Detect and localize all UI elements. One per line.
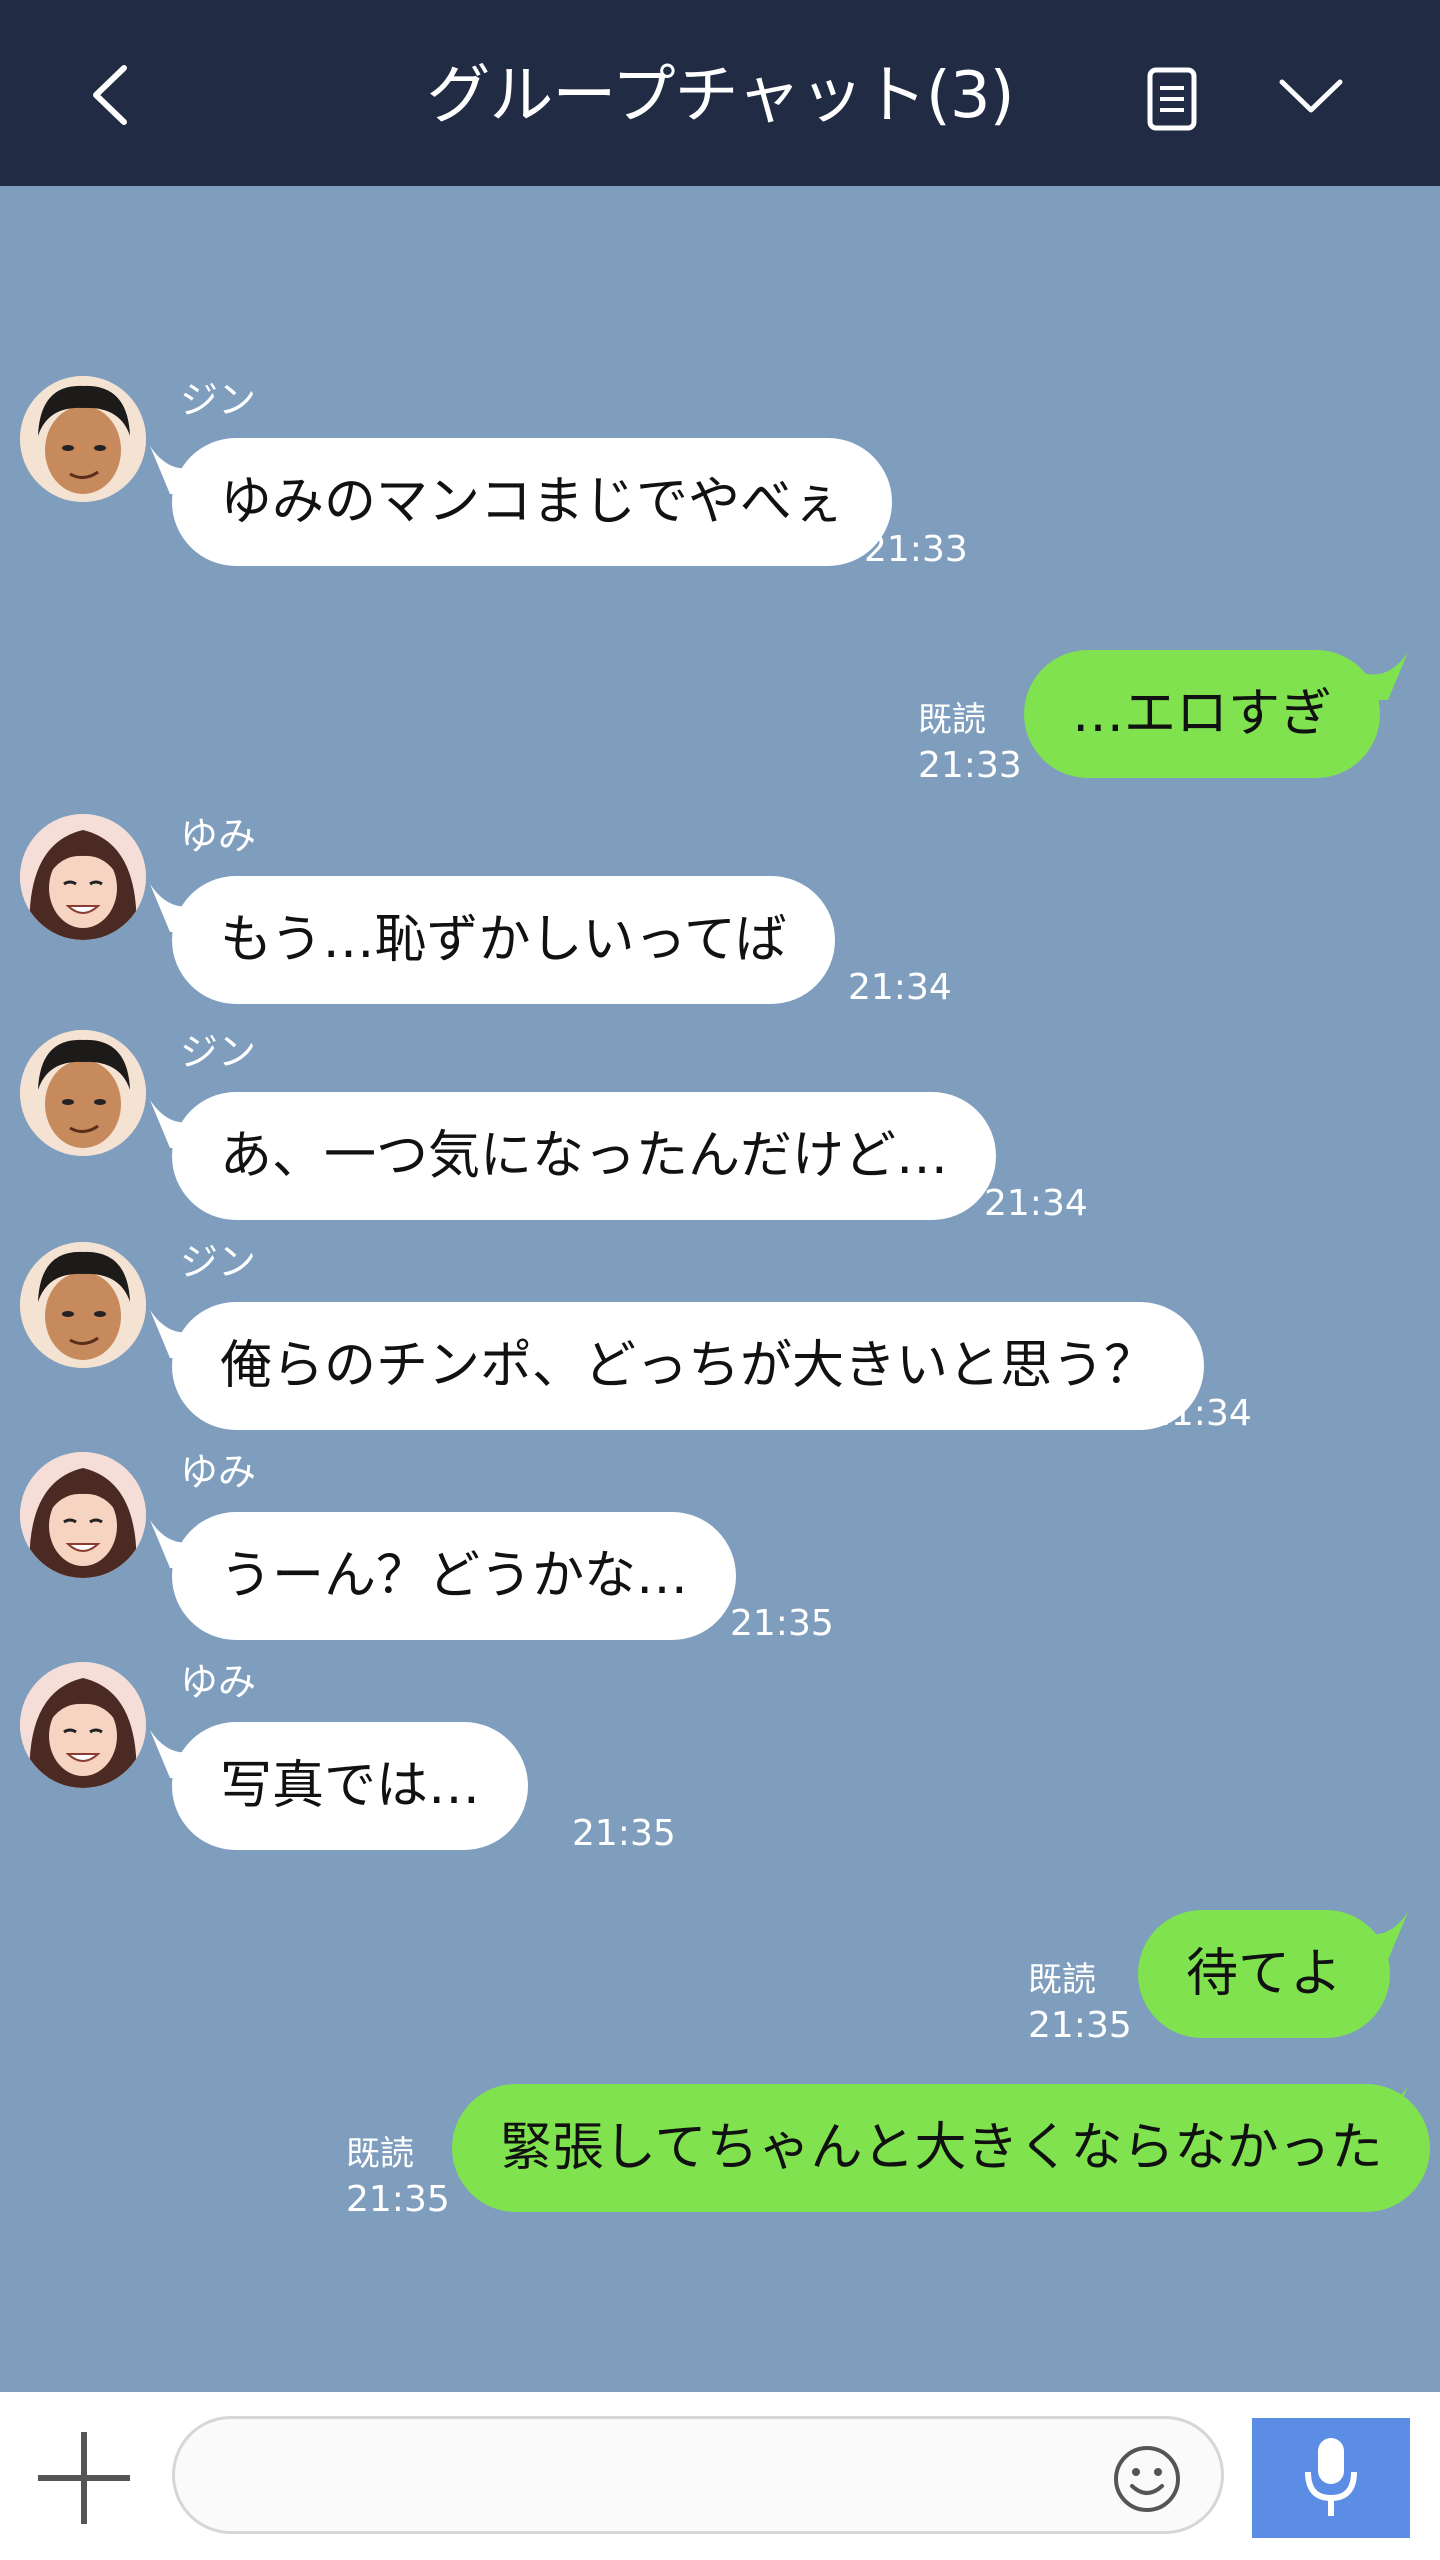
- bubble-tail: [1360, 652, 1408, 700]
- avatar-yumi[interactable]: [20, 814, 146, 940]
- chat-area[interactable]: ジン ゆみのマンコまじでやべぇ 21:33 既読 21:33 …エロすぎ ゆみ …: [0, 186, 1440, 2392]
- avatar-jin[interactable]: [20, 1242, 146, 1368]
- message-bubble[interactable]: 俺らのチンポ、どっちが大きいと思う？: [172, 1302, 1205, 1430]
- message-bubble[interactable]: 写真では…: [172, 1722, 529, 1850]
- message-time: 21:34: [984, 1183, 1088, 1224]
- input-bar: [0, 2392, 1440, 2560]
- chat-title: グループチャット(3): [426, 59, 1014, 133]
- avatar-jin[interactable]: [20, 1030, 146, 1156]
- sender-name: ゆみ: [180, 814, 257, 858]
- message-input[interactable]: [172, 2416, 1224, 2534]
- message-time: 21:35: [730, 1603, 834, 1644]
- message-bubble[interactable]: …エロすぎ: [1024, 650, 1381, 778]
- message-bubble[interactable]: 待てよ: [1138, 1910, 1391, 2038]
- sender-name: ジン: [180, 1030, 257, 1074]
- message-time: 21:35: [1028, 2005, 1132, 2046]
- message-time: 21:33: [918, 745, 1022, 786]
- smiley-icon[interactable]: [1112, 2444, 1182, 2514]
- notes-icon[interactable]: [1142, 66, 1202, 132]
- mic-button[interactable]: [1252, 2418, 1410, 2538]
- message-bubble[interactable]: もう…恥ずかしいってば: [172, 876, 835, 1004]
- chevron-down-icon[interactable]: [1278, 76, 1344, 116]
- microphone-icon: [1305, 2438, 1357, 2516]
- chat-header: グループチャット(3): [0, 0, 1440, 186]
- plus-icon[interactable]: [34, 2428, 134, 2528]
- message-bubble[interactable]: 緊張してちゃんと大きくならなかった: [452, 2084, 1431, 2212]
- message-time: 21:33: [864, 529, 968, 570]
- message-time: 21:35: [346, 2179, 450, 2220]
- sender-name: ジン: [180, 1240, 257, 1284]
- read-receipt: 既読: [918, 700, 986, 740]
- sender-name: ゆみ: [180, 1660, 257, 1704]
- read-receipt: 既読: [346, 2134, 414, 2174]
- bubble-tail: [1360, 1912, 1408, 1960]
- message-bubble[interactable]: うーん？どうかな…: [172, 1512, 737, 1640]
- message-time: 21:35: [572, 1813, 676, 1854]
- sender-name: ジン: [180, 378, 257, 422]
- message-bubble[interactable]: ゆみのマンコまじでやべぇ: [172, 438, 893, 566]
- message-bubble[interactable]: あ、一つ気になったんだけど…: [172, 1092, 997, 1220]
- message-time: 21:34: [848, 967, 952, 1008]
- message-time: 21:34: [1148, 1393, 1252, 1434]
- avatar-yumi[interactable]: [20, 1662, 146, 1788]
- sender-name: ゆみ: [180, 1450, 257, 1494]
- avatar-yumi[interactable]: [20, 1452, 146, 1578]
- read-receipt: 既読: [1028, 1960, 1096, 2000]
- avatar-jin[interactable]: [20, 376, 146, 502]
- bubble-tail: [1360, 2086, 1408, 2134]
